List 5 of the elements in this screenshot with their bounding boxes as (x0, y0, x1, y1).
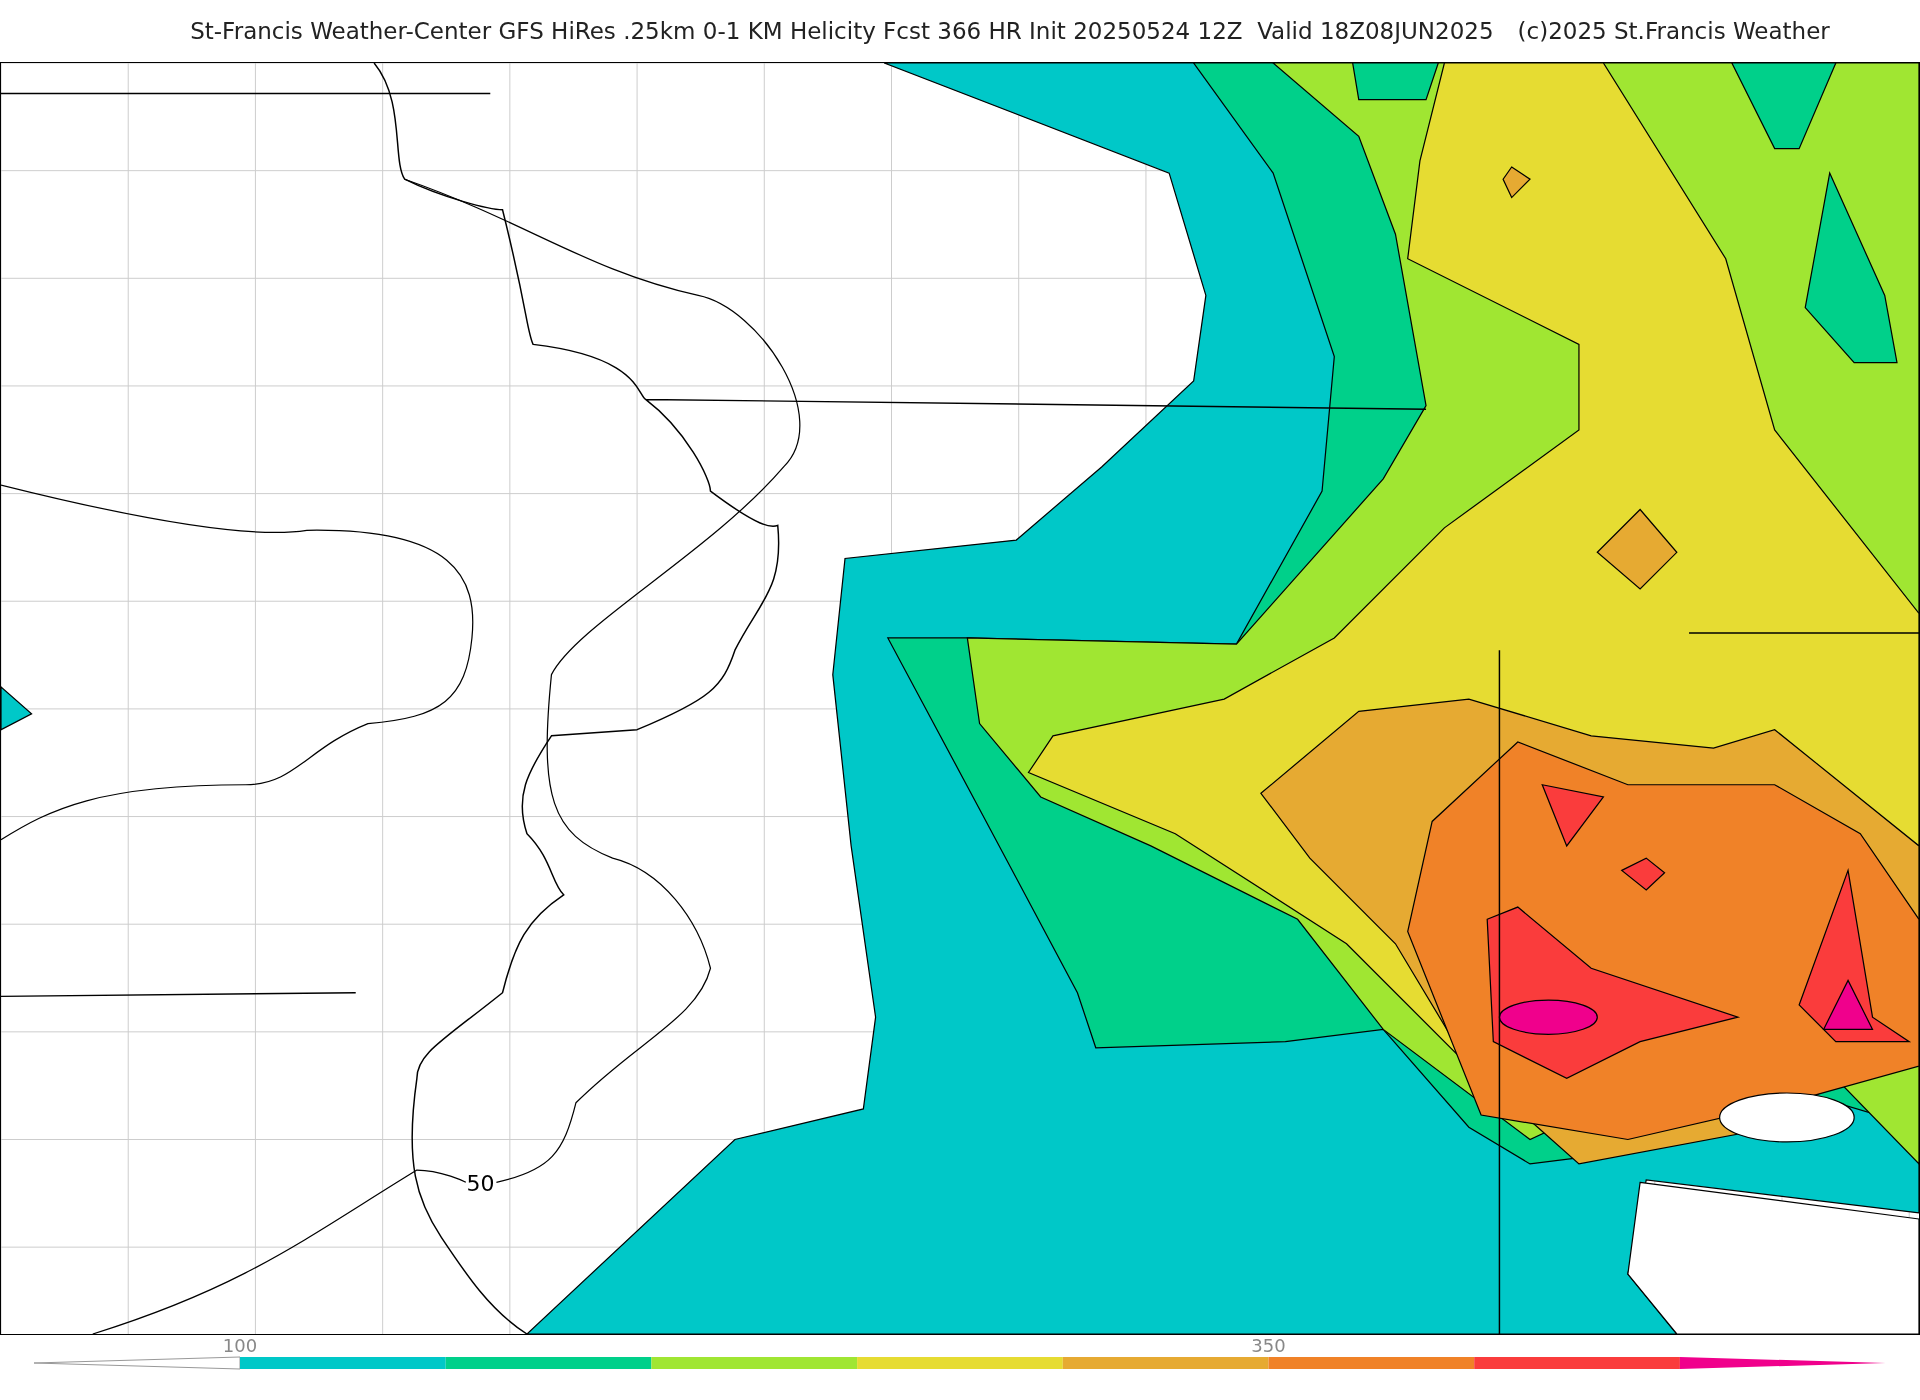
map-title: St-Francis Weather-Center GFS HiRes .25km 0-1 KM Helicity Fcst 366 HR Init 20250524 12Z Valid 18Z08JUN2025 (190, 16, 1494, 46)
colorbar-tick-label: 100 (222, 1335, 258, 1356)
copyright-text: (c)2025 St.Francis Weather (1517, 16, 1830, 46)
colorbar-tick-label: 350 (1251, 1335, 1286, 1356)
contour-label: 50 (466, 1170, 495, 1196)
